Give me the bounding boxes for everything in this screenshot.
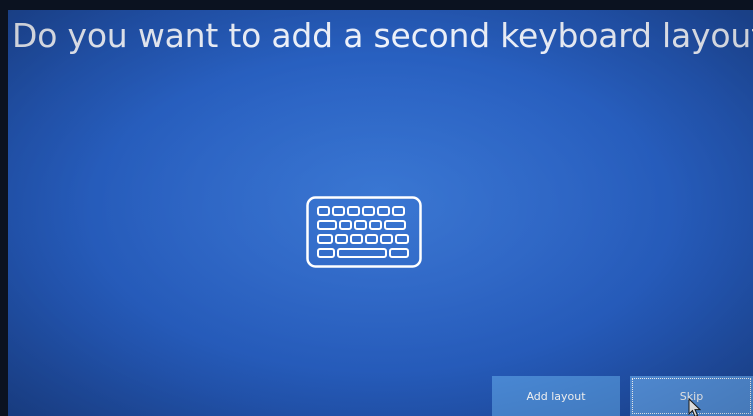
mouse-cursor-icon [688, 397, 702, 416]
keyboard-icon [306, 196, 422, 268]
page-title: Do you want to add a second keyboard lay… [12, 16, 753, 55]
photo-frame: Do you want to add a second keyboard lay… [0, 0, 753, 416]
add-layout-button[interactable]: Add layout [492, 376, 620, 416]
oobe-screen: Do you want to add a second keyboard lay… [8, 10, 753, 416]
